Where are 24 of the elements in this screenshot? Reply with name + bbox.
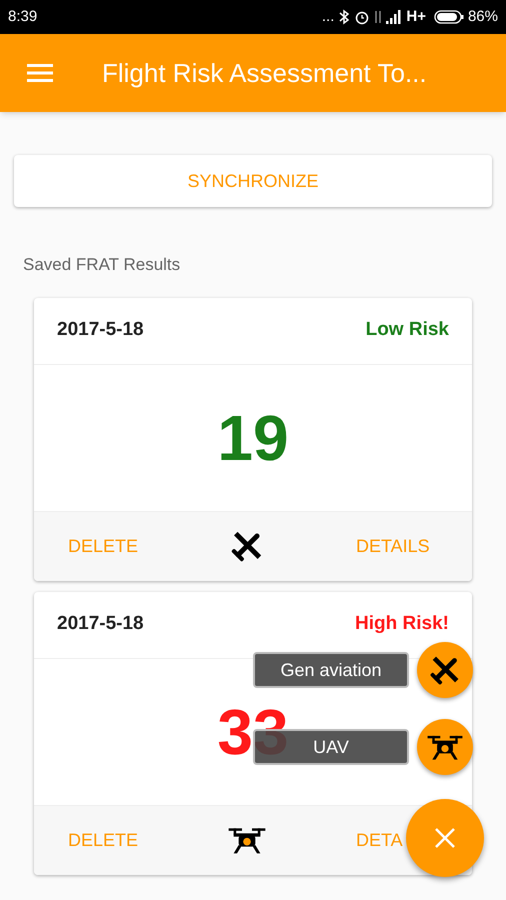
close-icon <box>434 827 456 849</box>
signal-icon <box>386 10 402 24</box>
notification-dots: ... <box>322 6 334 27</box>
section-title: Saved FRAT Results <box>23 254 182 276</box>
synchronize-button[interactable]: SYNCHRONIZE <box>14 155 492 207</box>
risk-label: Low Risk <box>366 318 449 342</box>
fab-option-label[interactable]: Gen aviation <box>253 652 409 688</box>
battery-icon <box>434 10 464 24</box>
risk-score: 19 <box>217 406 289 470</box>
details-button[interactable]: DETA <box>356 826 403 854</box>
result-date: 2017-5-18 <box>57 612 144 636</box>
result-date: 2017-5-18 <box>57 318 144 342</box>
risk-label: High Risk! <box>355 612 449 636</box>
alarm-icon <box>354 9 370 25</box>
delete-button[interactable]: DELETE <box>68 826 138 854</box>
data-arrows-icon <box>374 10 382 24</box>
details-button[interactable]: DETAILS <box>356 532 430 560</box>
bluetooth-icon <box>338 9 350 25</box>
battery-level: 86% <box>468 6 498 27</box>
fab-option-label[interactable]: UAV <box>253 729 409 765</box>
app-title: Flight Risk Assessment To... <box>102 56 427 90</box>
network-type: H+ <box>406 6 426 27</box>
delete-button[interactable]: DELETE <box>68 532 138 560</box>
status-time: 8:39 <box>8 6 38 27</box>
